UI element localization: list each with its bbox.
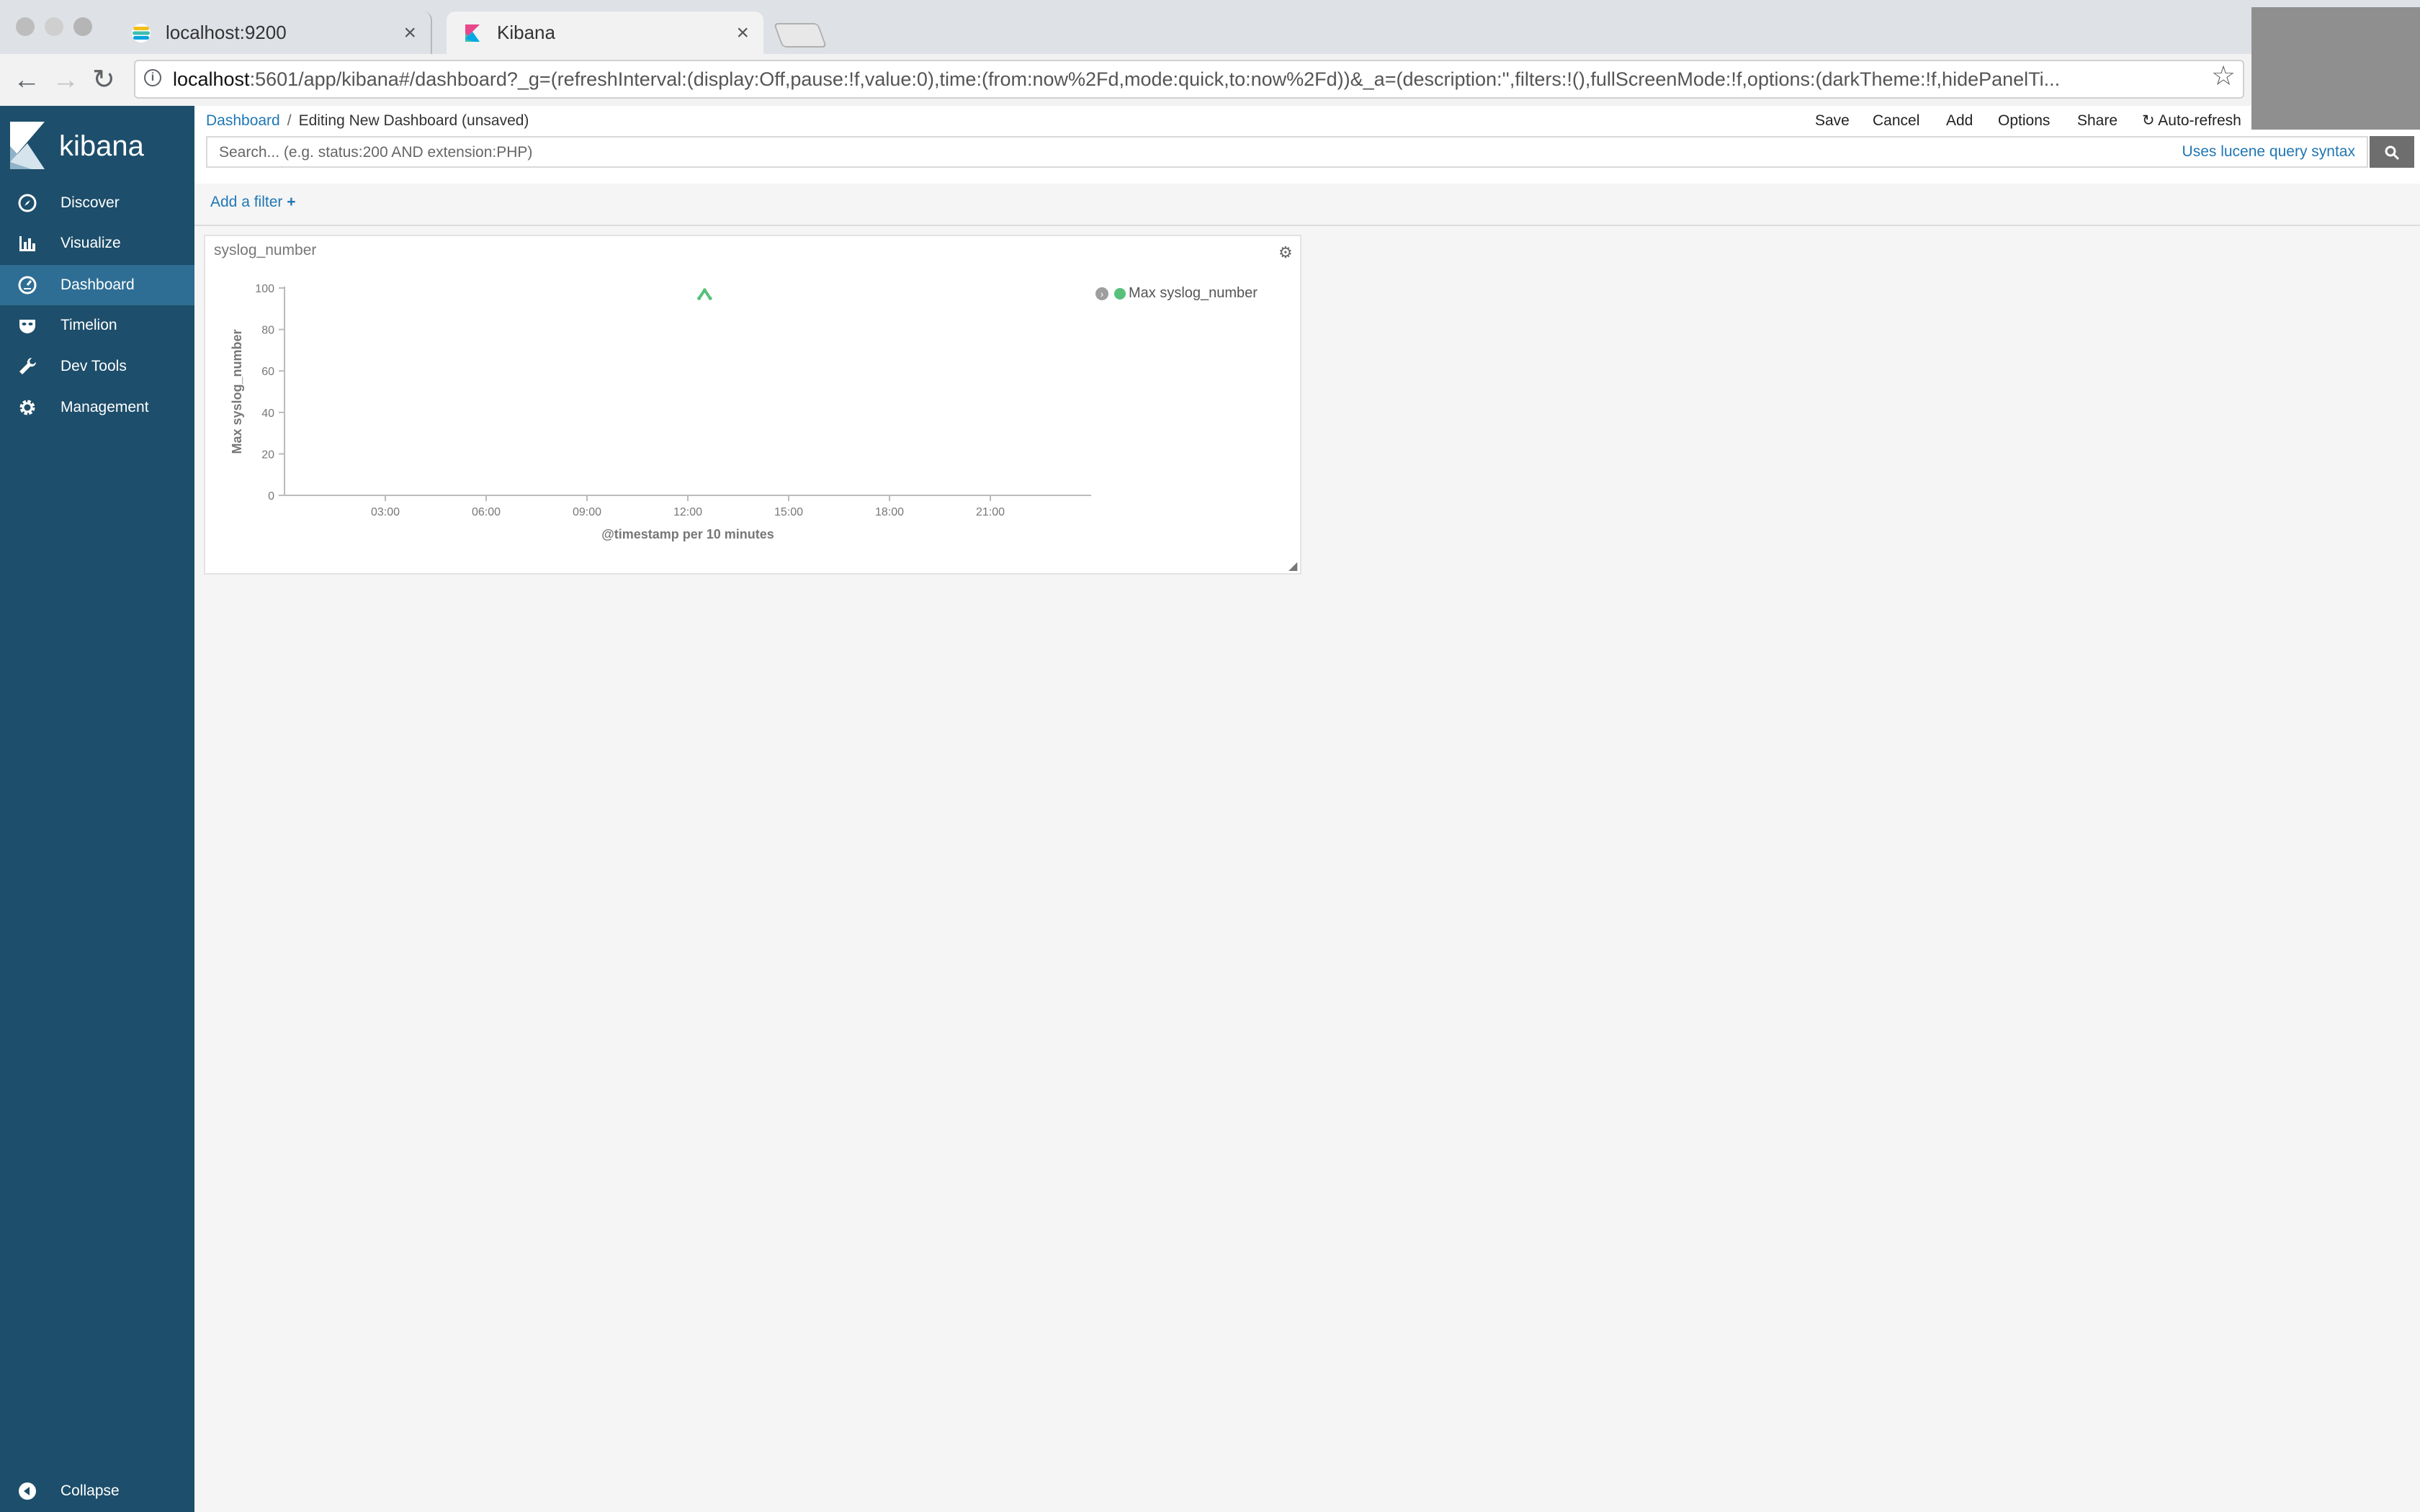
legend-series-dot [1114, 287, 1126, 300]
legend-toggle-icon[interactable]: › [1095, 287, 1108, 300]
tab-close-icon[interactable]: × [403, 12, 416, 54]
x-tick-label: 12:00 [673, 506, 702, 518]
breadcrumb: Dashboard / Editing New Dashboard (unsaved… [206, 110, 529, 132]
y-tick-label: 0 [268, 490, 274, 503]
new-tab-button[interactable] [773, 23, 828, 48]
sidebar-item-label: Discover [60, 194, 120, 211]
timelion-mask-icon [19, 320, 35, 333]
dashboard-icon [18, 276, 37, 294]
url-path: :5601/app/kibana#/dashboard?_g=(refreshI… [249, 68, 2061, 90]
breadcrumb-current: Editing New Dashboard (unsaved) [298, 112, 529, 129]
add-panel-button[interactable]: Add [1946, 110, 1973, 132]
browser-tab-elasticsearch[interactable]: localhost:9200 × [115, 12, 432, 54]
sidebar-item-discover[interactable]: Discover [0, 183, 194, 223]
sidebar-item-label: Timelion [60, 317, 117, 333]
cancel-button[interactable]: Cancel [1873, 110, 1919, 132]
y-tick-label: 40 [261, 408, 274, 420]
sidebar-item-management[interactable]: Management [0, 387, 194, 428]
url-host: localhost [173, 68, 250, 90]
back-arrow-icon[interactable]: ← [13, 64, 40, 96]
auto-refresh-button[interactable]: ↻ Auto-refresh [2142, 110, 2241, 132]
sidebar-item-label: Management [60, 399, 149, 415]
share-button[interactable]: Share [2077, 110, 2118, 132]
y-tick-label: 80 [261, 325, 274, 337]
plus-icon: + [287, 194, 296, 210]
options-button[interactable]: Options [1998, 110, 2050, 132]
window-close-button[interactable] [16, 17, 35, 36]
compass-icon [18, 194, 37, 212]
data-point [697, 296, 702, 300]
add-filter-button[interactable]: Add a filter + [210, 194, 296, 211]
site-info-icon[interactable]: i [144, 69, 161, 86]
browser-tab-strip: localhost:9200 × Kibana × [0, 0, 2420, 54]
screen-overlay-box [2251, 7, 2420, 130]
reload-icon[interactable]: ↻ [92, 64, 115, 96]
data-point [708, 296, 712, 300]
search-bar: Uses lucene query syntax [206, 136, 2368, 168]
wrench-icon [19, 358, 36, 374]
breadcrumb-dashboard-link[interactable]: Dashboard [206, 112, 280, 129]
auto-refresh-label: Auto-refresh [2158, 112, 2241, 129]
kibana-top-nav: Dashboard / Editing New Dashboard (unsaved… [194, 106, 2420, 184]
sidebar-item-visualize[interactable]: Visualize [0, 223, 194, 264]
sidebar-item-label: Visualize [60, 235, 121, 251]
window-maximize-button[interactable] [73, 17, 92, 36]
kibana-sidebar: kibana Discover Visualize Dashboard Time… [0, 106, 194, 1512]
browser-toolbar: ← → ↻ i localhost:5601/app/kibana#/dashb… [0, 54, 2420, 107]
panel-resize-handle-icon[interactable]: ◢ [1289, 559, 1297, 573]
x-tick-label: 09:00 [573, 506, 601, 518]
chart-legend: › Max syslog_number [1095, 284, 1258, 302]
address-bar[interactable]: i localhost:5601/app/kibana#/dashboard?_… [134, 60, 2244, 99]
x-tick-label: 03:00 [371, 506, 400, 518]
tab-title: Kibana [497, 22, 555, 43]
breadcrumb-separator: / [287, 112, 292, 129]
y-axis-title: Max syslog_number [230, 329, 244, 454]
sidebar-item-dev-tools[interactable]: Dev Tools [0, 346, 194, 387]
window-minimize-button[interactable] [45, 17, 63, 36]
save-button[interactable]: Save [1815, 110, 1850, 132]
elasticsearch-favicon-icon [132, 24, 151, 42]
legend-series-label[interactable]: Max syslog_number [1129, 285, 1258, 301]
sidebar-item-label: Dashboard [60, 276, 135, 293]
sidebar-item-timelion[interactable]: Timelion [0, 305, 194, 346]
visualization-panel: syslog_number ⚙ 0 20 40 60 80 100 03:00 06:00 09… [204, 235, 1301, 575]
y-tick-label: 60 [261, 366, 274, 378]
search-submit-button[interactable] [2370, 136, 2414, 168]
sidebar-item-dashboard[interactable]: Dashboard [0, 265, 194, 305]
add-filter-label: Add a filter [210, 194, 283, 210]
gear-icon [19, 400, 35, 415]
search-input[interactable] [207, 138, 2165, 168]
tab-title: localhost:9200 [166, 22, 287, 43]
kibana-favicon-icon [465, 24, 480, 42]
sidebar-item-label: Dev Tools [60, 358, 127, 374]
refresh-icon: ↻ [2142, 112, 2155, 129]
x-tick-label: 18:00 [875, 506, 904, 518]
bookmark-star-icon[interactable]: ☆ [2211, 60, 2236, 92]
kibana-brand-text: kibana [59, 130, 144, 162]
bar-chart-icon [19, 236, 35, 251]
forward-arrow-icon[interactable]: → [52, 64, 79, 96]
browser-tab-kibana[interactable]: Kibana × [447, 12, 763, 54]
sidebar-collapse-button[interactable]: Collapse [0, 1471, 194, 1511]
y-tick-label: 20 [261, 449, 274, 461]
filter-bar: Add a filter + [194, 184, 2420, 226]
tab-close-icon[interactable]: × [736, 12, 749, 54]
collapse-arrow-icon [19, 1482, 36, 1500]
kibana-logo-icon [10, 122, 45, 169]
data-point [702, 288, 707, 292]
lucene-syntax-link[interactable]: Uses lucene query syntax [2182, 138, 2355, 166]
x-tick-label: 15:00 [774, 506, 803, 518]
search-icon [2385, 145, 2400, 160]
x-tick-label: 06:00 [472, 506, 501, 518]
y-tick-label: 100 [255, 283, 274, 295]
x-axis-title: @timestamp per 10 minutes [601, 527, 774, 541]
x-tick-label: 21:00 [976, 506, 1005, 518]
kibana-logo[interactable]: kibana [10, 122, 190, 172]
sidebar-collapse-label: Collapse [60, 1482, 120, 1499]
